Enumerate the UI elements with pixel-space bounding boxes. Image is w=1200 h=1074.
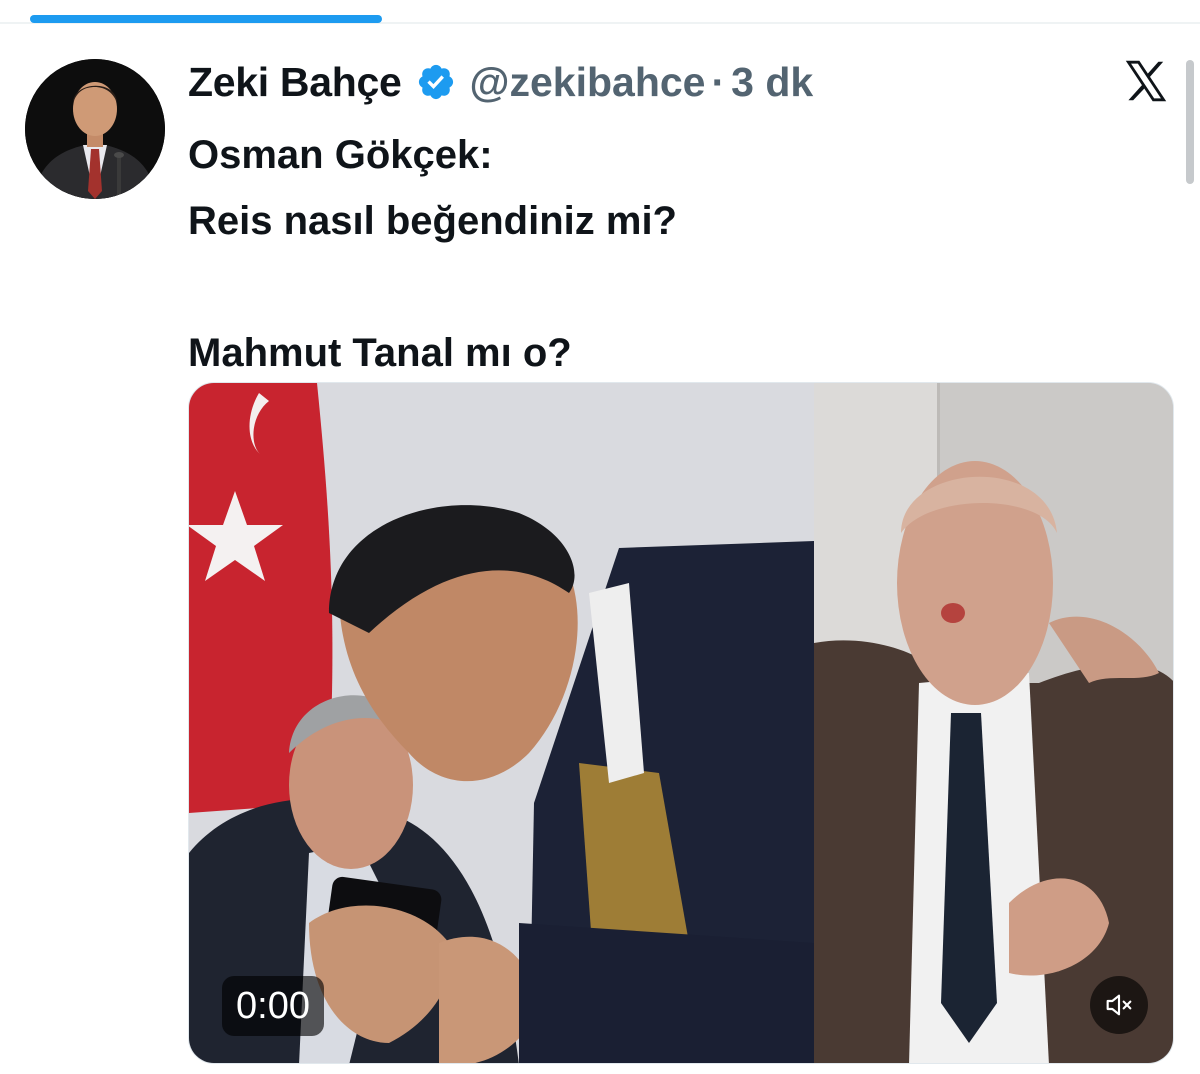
tweet-header: Zeki Bahçe @zekibahce · 3 dk	[188, 54, 813, 110]
tweet-text: Osman Gökçek: Reis nasıl beğendiniz mi? …	[188, 122, 1088, 386]
tweet-timestamp[interactable]: 3 dk	[731, 59, 813, 106]
x-logo-icon	[1122, 57, 1170, 105]
tweet-text-line: Osman Gökçek:	[188, 133, 493, 177]
tweet-text-line: Mahmut Tanal mı o?	[188, 331, 572, 375]
tweet-text-line: Reis nasıl beğendiniz mi?	[188, 199, 677, 243]
video-time-label: 0:00	[222, 976, 324, 1036]
verified-badge-icon	[416, 62, 456, 102]
avatar[interactable]	[25, 59, 165, 199]
tab-indicator	[30, 15, 382, 23]
scrollbar[interactable]	[1186, 60, 1194, 184]
tweet-screenshot: Zeki Bahçe @zekibahce · 3 dk Osman Gökçe…	[0, 0, 1200, 1074]
video-thumbnail	[189, 383, 1173, 1063]
volume-muted-icon[interactable]	[1090, 976, 1148, 1034]
meta-separator: ·	[711, 58, 726, 105]
author-handle[interactable]: @zekibahce	[470, 59, 706, 106]
author-name[interactable]: Zeki Bahçe	[188, 59, 402, 106]
tweet-video[interactable]	[188, 382, 1174, 1064]
avatar-photo	[25, 59, 165, 199]
